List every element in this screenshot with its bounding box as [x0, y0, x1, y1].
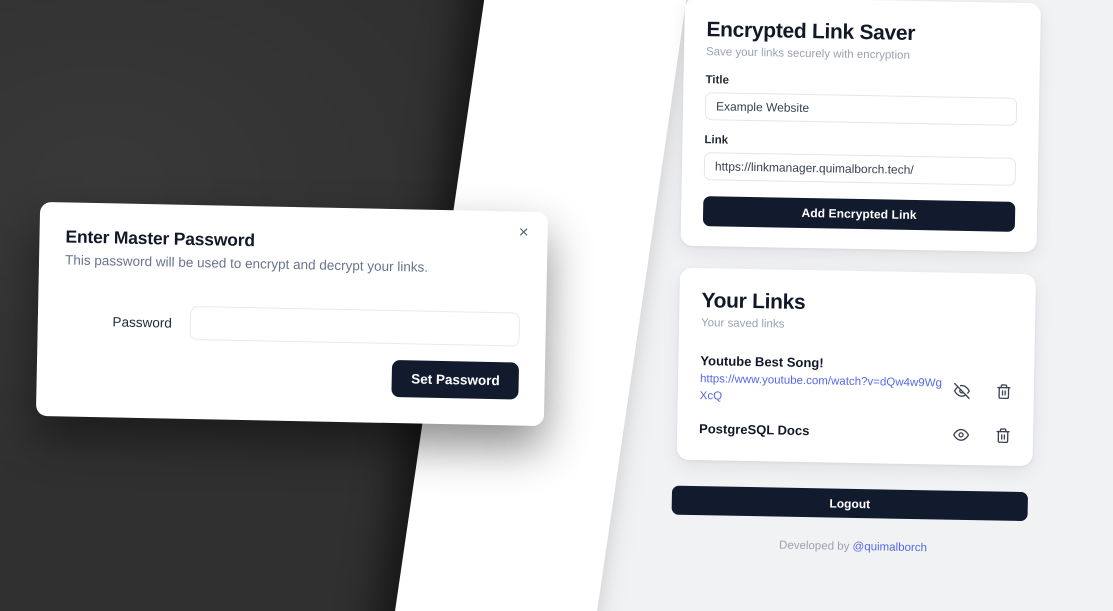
your-links-card: Your Links Your saved links Youtube Best… [676, 267, 1037, 467]
password-input[interactable] [189, 306, 521, 347]
link-content: PostgreSQL Docs [699, 421, 945, 443]
link-field-label: Link [704, 134, 729, 147]
eye-icon[interactable] [953, 427, 970, 443]
links-title: Your Links [701, 289, 806, 315]
eye-off-icon[interactable] [953, 382, 970, 399]
title-field-group: Title [704, 74, 1018, 127]
links-list: Youtube Best Song! https://www.youtube.c… [699, 348, 1013, 445]
link-title: PostgreSQL Docs [698, 421, 810, 439]
modal-actions: Set Password [62, 354, 520, 400]
page-subtitle: Save your links securely with encryption [705, 46, 911, 63]
title-input[interactable] [704, 92, 1018, 127]
encrypted-link-saver-card: Encrypted Link Saver Save your links sec… [680, 0, 1041, 253]
link-url[interactable]: https://www.youtube.com/watch?v=dQw4w9Wg… [700, 371, 947, 409]
password-field-label: Password [112, 314, 172, 331]
modal-subtitle: This password will be used to encrypt an… [64, 252, 429, 275]
page-title: Encrypted Link Saver [706, 18, 916, 45]
trash-icon[interactable] [996, 383, 1012, 399]
close-icon[interactable]: × [514, 221, 534, 241]
list-item: PostgreSQL Docs [699, 417, 1011, 445]
footer-prefix: Developed by [778, 540, 853, 554]
trash-icon[interactable] [995, 428, 1011, 444]
links-subtitle: Your saved links [700, 317, 785, 332]
logout-button[interactable]: Logout [671, 486, 1029, 522]
master-password-modal: × Enter Master Password This password wi… [35, 201, 549, 427]
list-item: Youtube Best Song! https://www.youtube.c… [699, 348, 1012, 423]
link-input[interactable] [703, 152, 1017, 187]
link-field-group: Link [703, 134, 1017, 187]
row-actions [953, 356, 1013, 399]
add-encrypted-link-button[interactable]: Add Encrypted Link [702, 196, 1016, 233]
set-password-button[interactable]: Set Password [391, 360, 520, 400]
footer-handle-link[interactable]: @quimalborch [852, 541, 927, 554]
link-content: Youtube Best Song! https://www.youtube.c… [700, 352, 947, 409]
app-column: Encrypted Link Saver Save your links sec… [671, 0, 1041, 557]
link-title: Youtube Best Song! [700, 352, 824, 370]
password-field-group: Password [63, 304, 521, 347]
row-actions [953, 425, 1011, 444]
title-field-label: Title [705, 74, 730, 87]
